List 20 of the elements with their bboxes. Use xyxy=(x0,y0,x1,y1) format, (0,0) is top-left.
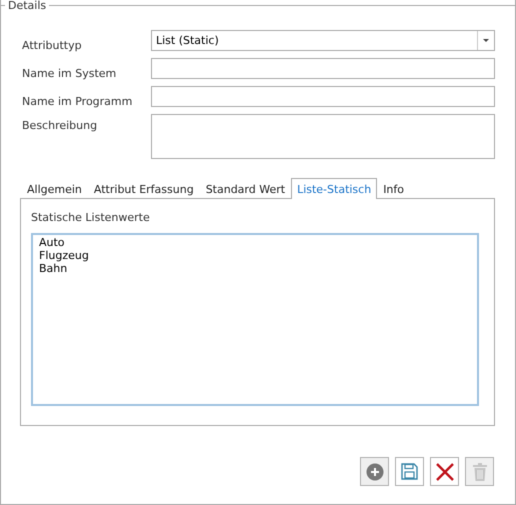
field-label: Attributtyp xyxy=(22,38,83,52)
list-label: Statische Listenwerte xyxy=(31,211,151,224)
field-label: Name im System xyxy=(22,66,118,80)
input-field[interactable] xyxy=(151,114,495,159)
delete-button[interactable] xyxy=(430,457,459,486)
add-button[interactable] xyxy=(360,457,389,486)
close-icon xyxy=(436,462,454,480)
field-label: Name im Programm xyxy=(22,94,134,108)
group-title: Details xyxy=(7,0,48,11)
save-button[interactable] xyxy=(395,457,424,486)
input-field[interactable] xyxy=(151,58,495,79)
input-field[interactable] xyxy=(151,86,495,107)
field-label: Beschreibung xyxy=(22,118,98,134)
trash-icon xyxy=(472,462,486,480)
list-values-field[interactable]: Auto Flugzeug Bahn xyxy=(31,233,479,406)
caret-icon xyxy=(483,39,489,42)
tab[interactable]: Liste-Statisch xyxy=(291,178,378,199)
dropdown[interactable]: List (Static) xyxy=(151,30,495,51)
plus-icon xyxy=(366,462,384,480)
save-icon xyxy=(401,463,418,480)
